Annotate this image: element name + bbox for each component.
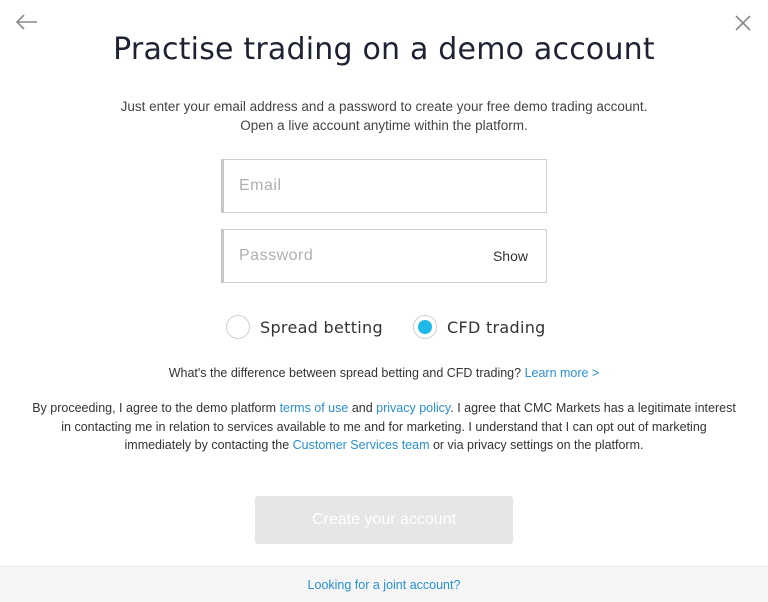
create-account-button[interactable]: Create your account	[255, 496, 513, 544]
joint-account-link[interactable]: Looking for a joint account?	[308, 578, 461, 592]
privacy-policy-link[interactable]: privacy policy	[376, 401, 450, 415]
consent-part-1: By proceeding, I agree to the demo platf…	[32, 401, 280, 415]
consent-part-2: and	[348, 401, 377, 415]
difference-question: What's the difference between spread bet…	[0, 366, 768, 380]
radio-button-unchecked[interactable]	[226, 315, 250, 339]
back-button[interactable]	[14, 10, 40, 34]
arrow-left-icon	[15, 14, 37, 30]
radio-spread-betting[interactable]: Spread betting	[226, 313, 383, 341]
consent-part-4: or via privacy settings on the platform.	[429, 438, 644, 452]
radio-button-checked[interactable]	[413, 315, 437, 339]
password-field-container: Show	[221, 229, 547, 283]
password-input[interactable]	[239, 230, 479, 282]
learn-more-link[interactable]: Learn more >	[525, 366, 600, 380]
radio-label-spread-betting: Spread betting	[260, 317, 383, 337]
show-password-toggle[interactable]: Show	[493, 230, 528, 282]
email-field-container	[221, 159, 547, 213]
radio-label-cfd-trading: CFD trading	[447, 317, 546, 337]
radio-cfd-trading[interactable]: CFD trading	[413, 313, 546, 341]
customer-services-link[interactable]: Customer Services team	[293, 438, 430, 452]
terms-of-use-link[interactable]: terms of use	[280, 401, 349, 415]
close-button[interactable]	[732, 12, 754, 34]
close-icon	[735, 15, 751, 31]
consent-text: By proceeding, I agree to the demo platf…	[30, 399, 738, 455]
demo-account-dialog: Practise trading on a demo account Just …	[0, 0, 768, 602]
email-input[interactable]	[239, 160, 479, 212]
difference-text: What's the difference between spread bet…	[168, 366, 522, 380]
footer-bar: Looking for a joint account?	[0, 566, 768, 602]
page-subtitle: Just enter your email address and a pass…	[120, 99, 648, 133]
page-title: Practise trading on a demo account	[113, 32, 655, 67]
